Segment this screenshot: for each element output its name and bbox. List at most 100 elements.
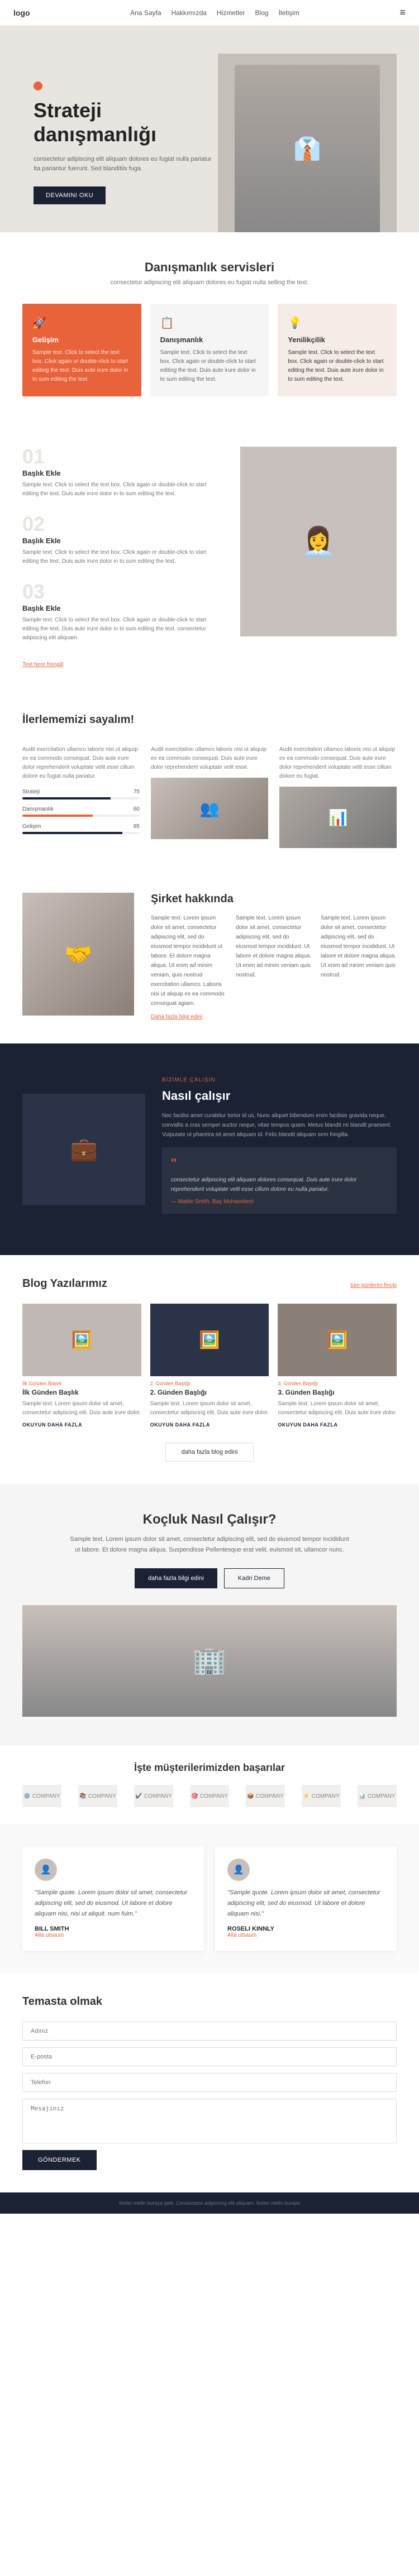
testimonial-role-0: Alla utsaum	[35, 1932, 192, 1938]
client-logo-2: ✔️ COMPANY	[134, 1785, 173, 1807]
service-card-0: 🚀 Gelişim Sample text. Click to select t…	[22, 304, 141, 396]
service-card-1: 📋 Danışmanlık Sample text. Click to sele…	[150, 304, 269, 396]
blog-card-title-1: 2. Günden Başlığı	[150, 1388, 269, 1396]
numbered-text-1: Sample text. Click to select the text bo…	[22, 548, 223, 566]
blog-card-link-1[interactable]: OKUYUN DAHA FAZLA	[150, 1422, 210, 1428]
about-col-2: Sample text. Lorem ipsum dolor sit amet,…	[321, 913, 397, 1008]
progress-image-1: 👥	[151, 778, 268, 839]
testimonials-grid: 👤 "Sample quote. Lorem ipsum dolor sit a…	[22, 1846, 397, 1951]
client-label-1: COMPANY	[88, 1793, 116, 1799]
quote-mark-icon: "	[171, 1156, 388, 1172]
hero-content: Strateji danışmanlığı consectetur adipis…	[34, 82, 212, 204]
contact-section: Temasta olmak GÖNDERMEK	[0, 1973, 419, 2192]
footer-text: footer metin buraya gelir. Consectetur a…	[13, 2200, 406, 2206]
blog-section: Blog Yazılarımız tüm günlerini finçki 🖼️…	[0, 1255, 419, 1484]
numbered-item-0: 01 Başlık Ekle Sample text. Click to sel…	[22, 447, 223, 499]
contact-submit-button[interactable]: GÖNDERMEK	[22, 2150, 97, 2170]
progress-col-0: Audit exercitation ullamco laboris nisi …	[22, 740, 140, 848]
hero-dot	[34, 82, 42, 90]
blog-card-image-2: 🖼️	[278, 1304, 397, 1376]
service-title-1: Danışmanlık	[160, 336, 259, 344]
hero-cta-button[interactable]: DEVAMINI OKU	[34, 186, 106, 204]
contact-title: Temasta olmak	[22, 1995, 397, 2008]
nav-item-home[interactable]: Ana Sayfa	[130, 9, 161, 17]
coaching-title: Koçluk Nasıl Çalışır?	[22, 1512, 397, 1528]
client-logo-4: 📦 COMPANY	[246, 1785, 285, 1807]
dark-section: 💼 BİZİMLE ÇALIŞIN Nasıl çalışır Nec faci…	[0, 1043, 419, 1255]
contact-email-input[interactable]	[22, 2047, 397, 2066]
service-icon-2: 💡	[288, 316, 387, 330]
blog-view-all-link[interactable]: tüm günlerini finçki	[350, 1282, 397, 1289]
about-image: 🤝	[22, 893, 134, 1016]
dark-section-title: Nasıl çalışır	[162, 1089, 397, 1103]
quote-author: — Mattie Smith, Baş Muhasebeci	[171, 1199, 388, 1205]
coaching-btn-1[interactable]: daha fazla bilgi edini	[135, 1568, 217, 1588]
progress-title: İlerlememizi sayalım!	[22, 714, 397, 726]
coaching-image: 🏢	[22, 1605, 397, 1717]
coaching-btn-2[interactable]: Kadri Deme	[224, 1568, 284, 1588]
client-icon-2: ✔️	[135, 1793, 142, 1799]
client-icon-1: 📚	[79, 1793, 86, 1799]
navbar: logo Ana Sayfa Hakkımızda Hizmetler Blog…	[0, 0, 419, 26]
blog-title: Blog Yazılarımız	[22, 1277, 107, 1290]
services-subtitle: consectetur adipiscing elit aliquam dolo…	[22, 279, 397, 286]
blog-more-button[interactable]: daha fazla blog edini	[165, 1443, 254, 1462]
progress-col-2: Audit exercitation ullamco laboris nisi …	[279, 740, 397, 848]
services-title: Danışmanlık servisleri	[22, 260, 397, 275]
testimonial-role-1: Alla utsaum	[227, 1932, 384, 1938]
hamburger-icon[interactable]: ≡	[399, 7, 406, 18]
progress-grid: Audit exercitation ullamco laboris nisi …	[22, 740, 397, 848]
client-logo-6: 📊 COMPANY	[358, 1785, 397, 1807]
numbered-image: 👩‍💼	[240, 447, 397, 636]
progress-col-1: Audit exercitation ullamco laboris nisi …	[151, 740, 268, 848]
testimonials-section: 👤 "Sample quote. Lorem ipsum dolor sit a…	[0, 1824, 419, 1973]
blog-card-text-0: Sample text. Lorem ipsum dolor sit amet,…	[22, 1400, 141, 1418]
blog-header: Blog Yazılarımız tüm günlerini finçki	[22, 1277, 397, 1290]
about-image-container: 🤝	[22, 893, 134, 1021]
nav-item-services[interactable]: Hizmetler	[217, 9, 245, 17]
number-2: 03	[22, 582, 223, 602]
logo: logo	[13, 8, 30, 17]
progress-bar-2: Gelişim 85	[22, 823, 140, 834]
numbered-text-0: Sample text. Click to select the text bo…	[22, 481, 223, 499]
about-content: Şirket hakkında Sample text. Lorem ipsum…	[151, 893, 397, 1021]
client-icon-5: ⚡	[303, 1793, 310, 1799]
hero-section: Strateji danışmanlığı consectetur adipis…	[0, 26, 419, 232]
dark-section-label: BİZİMLE ÇALIŞIN	[162, 1077, 397, 1083]
progress-label-0: Strateji 75	[22, 789, 140, 795]
numbered-image-container: 👩‍💼	[240, 447, 397, 669]
nav-item-about[interactable]: Hakkımızda	[172, 9, 207, 17]
services-section: Danışmanlık servisleri consectetur adipi…	[0, 232, 419, 424]
blog-card-title-0: İlk Günden Başlık	[22, 1388, 141, 1396]
contact-phone-input[interactable]	[22, 2073, 397, 2092]
contact-name-input[interactable]	[22, 2022, 397, 2041]
service-title-2: Yenilikçilik	[288, 336, 387, 344]
numbered-title-1: Başlık Ekle	[22, 537, 223, 545]
blog-card-link-2[interactable]: OKUYUN DAHA FAZLA	[278, 1422, 337, 1428]
about-columns: Sample text. Lorem ipsum dolor sit amet,…	[151, 913, 397, 1008]
contact-form: GÖNDERMEK	[22, 2022, 397, 2170]
testimonial-text-1: "Sample quote. Lorem ipsum dolor sit ame…	[227, 1888, 384, 1919]
blog-card-link-0[interactable]: OKUYUN DAHA FAZLA	[22, 1422, 82, 1428]
dark-section-content: BİZİMLE ÇALIŞIN Nasıl çalışır Nec facili…	[162, 1077, 397, 1222]
client-label-6: COMPANY	[368, 1793, 396, 1799]
dark-section-image-container: 💼	[22, 1094, 145, 1205]
about-section: 🤝 Şirket hakkında Sample text. Lorem ips…	[0, 870, 419, 1043]
numbered-link[interactable]: Text here frengill	[22, 662, 63, 668]
hero-title: Strateji danışmanlığı	[34, 98, 212, 146]
service-text-0: Sample text. Click to select the text bo…	[32, 348, 131, 384]
testimonial-text-0: "Sample quote. Lorem ipsum dolor sit ame…	[35, 1888, 192, 1919]
coaching-text: Sample text. Lorem ipsum dolor sit amet,…	[70, 1534, 349, 1555]
contact-message-input[interactable]	[22, 2099, 397, 2143]
about-col-1: Sample text. Lorem ipsum dolor sit amet,…	[236, 913, 312, 1008]
progress-bar-1: Danışmanlık 60	[22, 806, 140, 817]
service-card-2: 💡 Yenilikçilik Sample text. Click to sel…	[278, 304, 397, 396]
clients-section: İşte müşterilerimizden başarılar ⚙️ COMP…	[0, 1745, 419, 1824]
client-label-0: COMPANY	[32, 1793, 60, 1799]
about-more-link[interactable]: Daha fazla bilgi edini	[151, 1014, 202, 1020]
nav-item-blog[interactable]: Blog	[255, 9, 269, 17]
client-icon-4: 📦	[247, 1793, 254, 1799]
dark-section-quote: " consectetur adipiscing elit aliquam do…	[162, 1147, 397, 1214]
nav-item-contact[interactable]: İletişim	[279, 9, 299, 17]
coaching-buttons: daha fazla bilgi edini Kadri Deme	[22, 1568, 397, 1588]
